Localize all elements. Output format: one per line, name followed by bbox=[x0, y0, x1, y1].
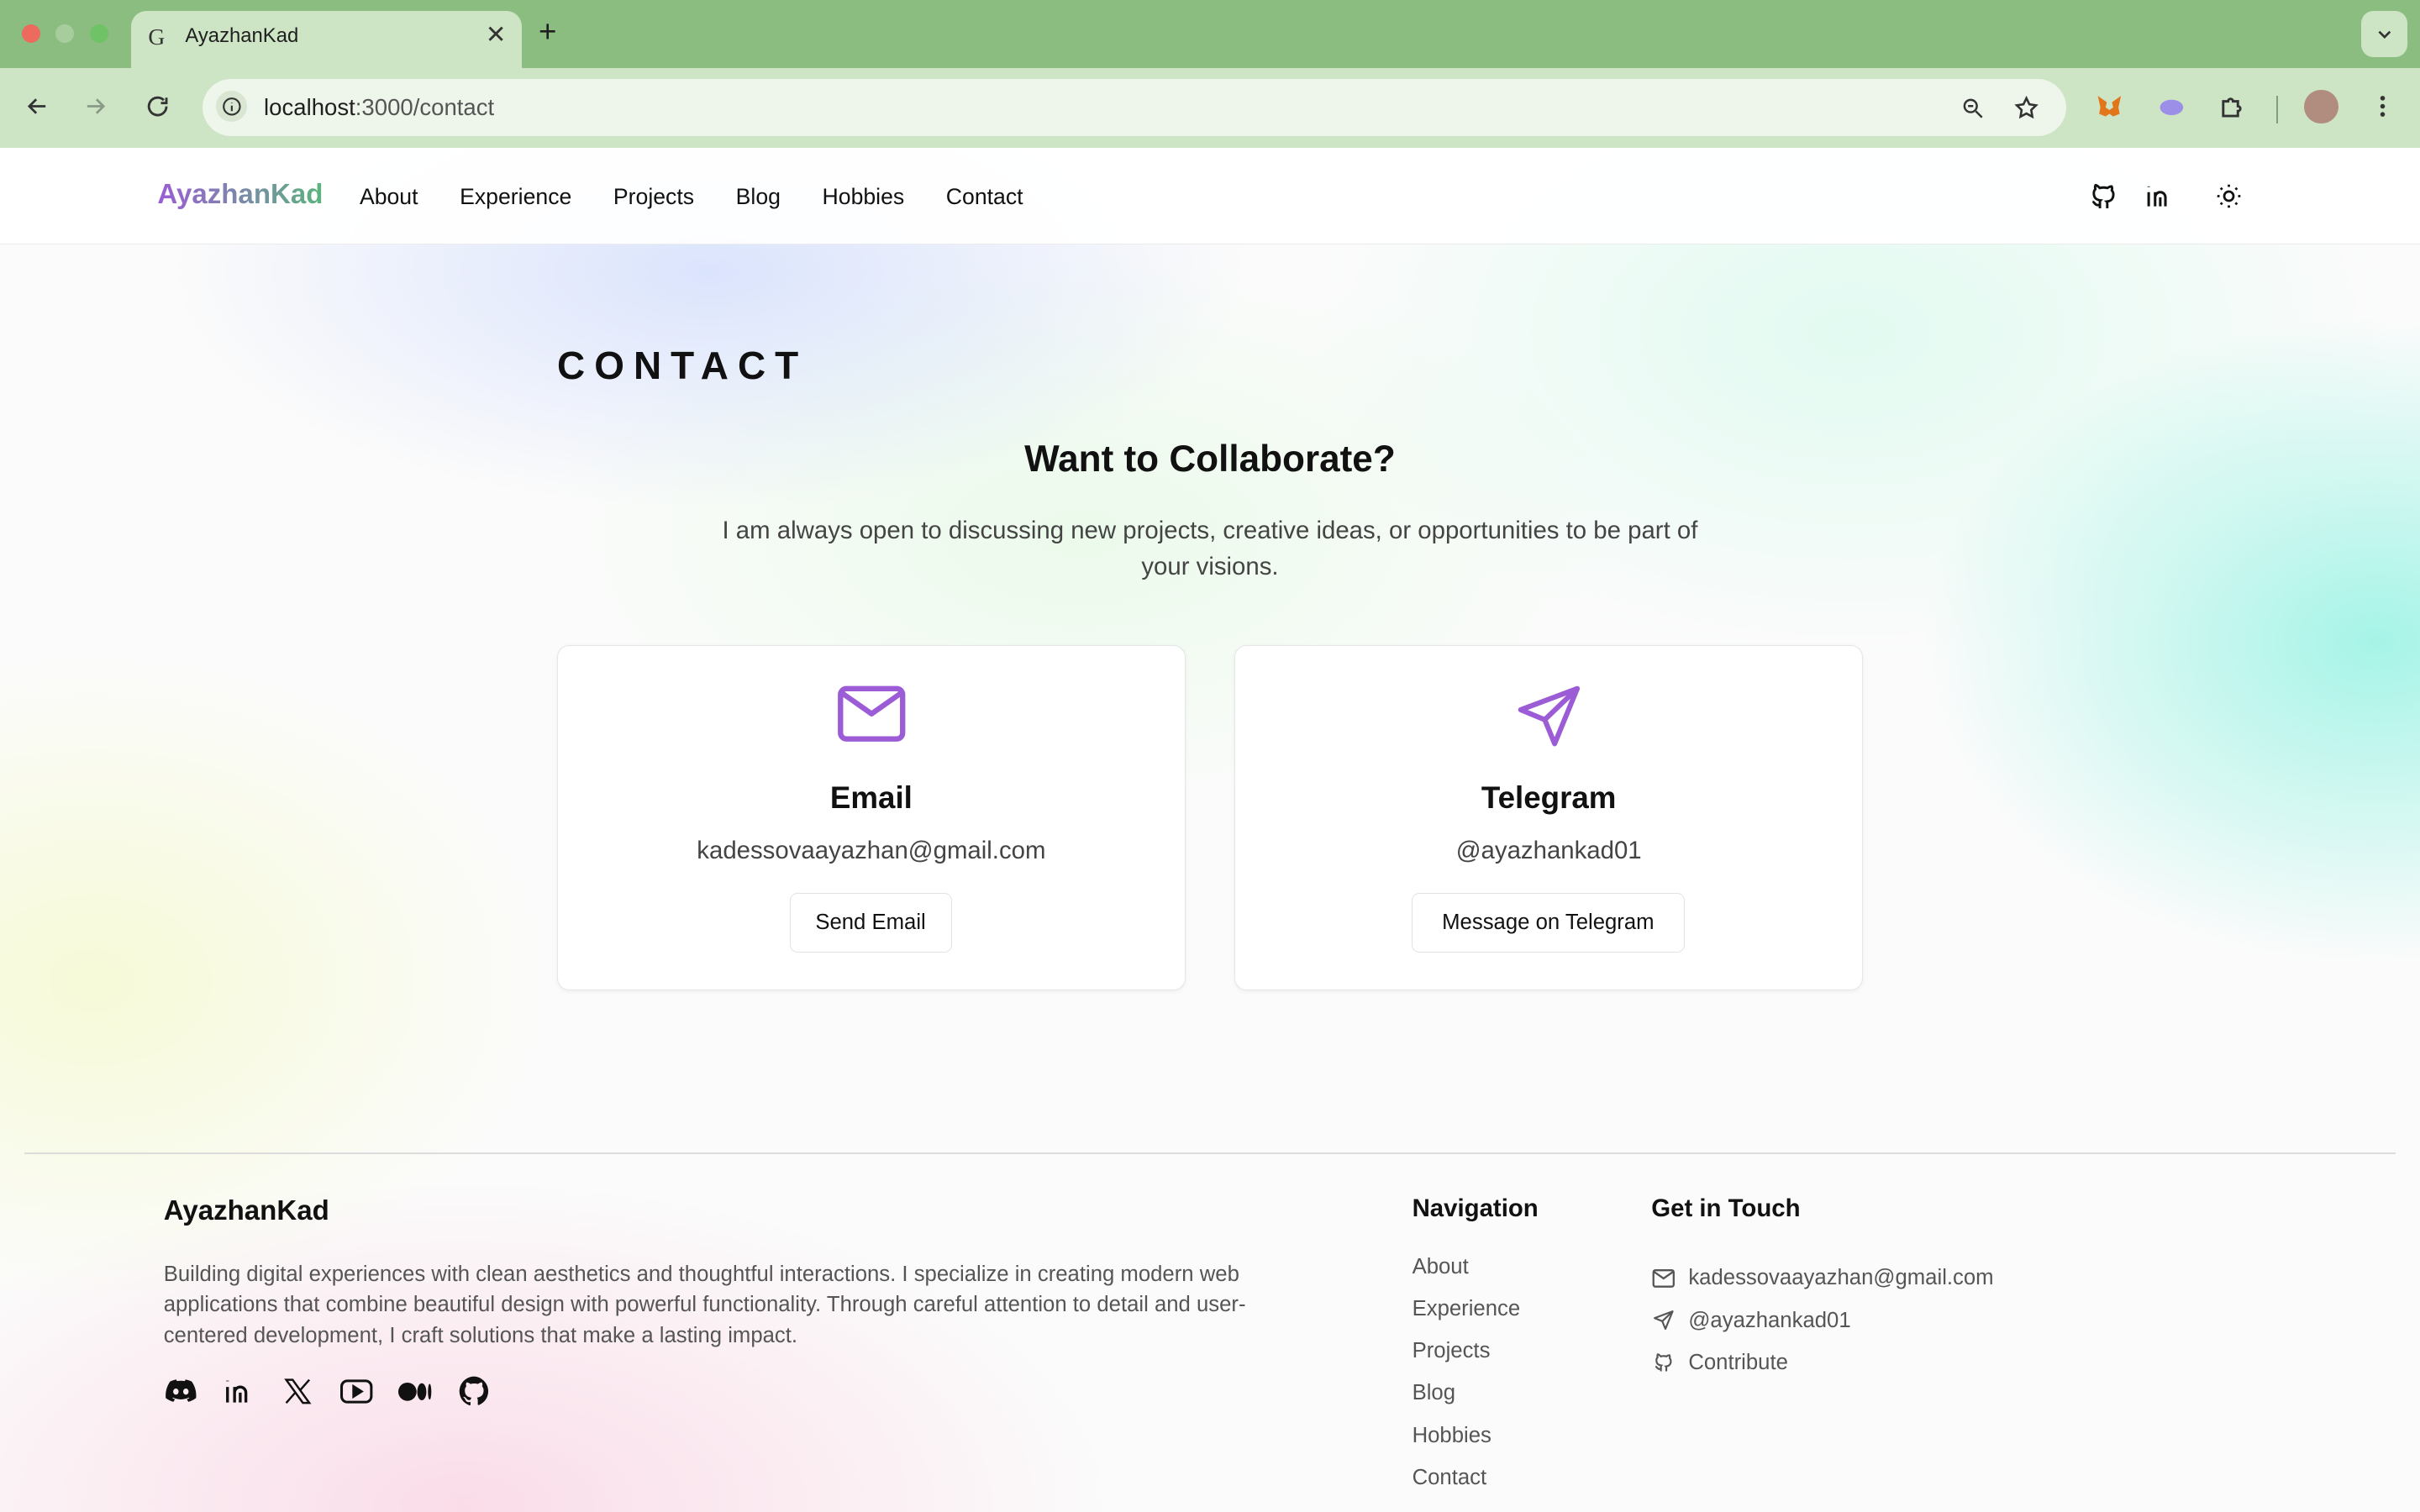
footer-description: Building digital experiences with clean … bbox=[163, 1262, 1246, 1348]
forward-arrow-icon[interactable] bbox=[79, 90, 113, 123]
footer-contact-list: kadessovaayazhan@gmail.com @ayazhankad01… bbox=[1651, 1257, 1994, 1383]
nav-about[interactable]: About bbox=[360, 184, 418, 210]
footer-contribute-text: Contribute bbox=[1688, 1350, 1788, 1374]
social-links bbox=[164, 1374, 491, 1408]
site-logo[interactable]: AyazhanKad bbox=[157, 179, 323, 211]
close-window-button[interactable] bbox=[21, 24, 40, 44]
url-text: localhost:3000/contact bbox=[264, 94, 495, 121]
toolbar-divider bbox=[2276, 95, 2278, 123]
sun-icon[interactable] bbox=[2212, 179, 2245, 213]
footer-link-contact[interactable]: Contact bbox=[1413, 1462, 1521, 1504]
mail-icon bbox=[558, 683, 1185, 744]
message-telegram-button[interactable]: Message on Telegram bbox=[1411, 892, 1685, 953]
browser-tabbar: G AyazhanKad ✕ + bbox=[0, 0, 2420, 68]
new-tab-button[interactable]: + bbox=[539, 14, 556, 50]
youtube-icon[interactable] bbox=[339, 1374, 373, 1408]
mail-icon bbox=[1651, 1266, 1676, 1290]
reload-icon[interactable] bbox=[140, 90, 174, 123]
nav-contact[interactable]: Contact bbox=[946, 184, 1023, 210]
footer-link-experience[interactable]: Experience bbox=[1413, 1294, 1521, 1336]
close-icon[interactable]: ✕ bbox=[486, 20, 507, 50]
footer-brand: AyazhanKad bbox=[163, 1195, 329, 1227]
page: AyazhanKad About Experience Projects Blo… bbox=[0, 148, 2420, 1512]
footer-link-projects[interactable]: Projects bbox=[1413, 1336, 1521, 1378]
medium-icon[interactable] bbox=[397, 1374, 432, 1408]
chevron-down-icon[interactable] bbox=[2361, 10, 2408, 57]
email-card: Email kadessovaayazhan@gmail.com Send Em… bbox=[557, 644, 1186, 991]
section-title: CONTACT bbox=[557, 343, 808, 387]
telegram-handle: @ayazhankad01 bbox=[1455, 837, 1642, 865]
maximize-window-button[interactable] bbox=[89, 24, 108, 44]
address-bar[interactable]: localhost:3000/contact bbox=[202, 78, 2067, 136]
tab-title: AyazhanKad bbox=[185, 24, 299, 48]
main-nav: About Experience Projects Blog Hobbies C… bbox=[360, 184, 1023, 210]
footer-link-hobbies[interactable]: Hobbies bbox=[1413, 1420, 1521, 1462]
footer-link-blog[interactable]: Blog bbox=[1413, 1378, 1521, 1420]
minimize-window-button[interactable] bbox=[55, 24, 75, 44]
page-headline: Want to Collaborate? bbox=[1024, 438, 1396, 480]
zoom-icon[interactable] bbox=[1957, 92, 1988, 123]
browser-tab[interactable]: G AyazhanKad ✕ bbox=[131, 10, 522, 68]
more-menu-icon[interactable] bbox=[2366, 90, 2400, 123]
nav-hobbies[interactable]: Hobbies bbox=[823, 184, 905, 210]
nav-projects[interactable]: Projects bbox=[613, 184, 694, 210]
intro-text: I am always open to discussing new proje… bbox=[722, 516, 1698, 580]
back-arrow-icon[interactable] bbox=[20, 90, 54, 123]
github-icon[interactable] bbox=[457, 1374, 491, 1408]
send-icon bbox=[1651, 1308, 1676, 1332]
nav-blog[interactable]: Blog bbox=[736, 184, 781, 210]
x-icon[interactable] bbox=[281, 1374, 314, 1408]
send-icon bbox=[1235, 683, 1862, 751]
bookmark-star-icon[interactable] bbox=[2011, 92, 2042, 123]
footer-divider bbox=[24, 1152, 2396, 1154]
footer-nav-heading: Navigation bbox=[1412, 1194, 1539, 1222]
site-header: AyazhanKad About Experience Projects Blo… bbox=[0, 148, 2420, 245]
favicon-icon: G bbox=[148, 23, 166, 50]
footer-telegram-text: @ayazhankad01 bbox=[1688, 1308, 1851, 1332]
extensions-puzzle-icon[interactable] bbox=[2217, 90, 2250, 123]
card-title: Email bbox=[829, 780, 913, 815]
linkedin-icon[interactable] bbox=[222, 1374, 255, 1408]
linkedin-icon[interactable] bbox=[2142, 179, 2175, 213]
send-email-button[interactable]: Send Email bbox=[789, 892, 952, 953]
site-info-icon[interactable] bbox=[216, 91, 247, 123]
footer-email-text: kadessovaayazhan@gmail.com bbox=[1688, 1266, 1994, 1290]
extension-cloud-icon[interactable] bbox=[2154, 90, 2188, 123]
discord-icon[interactable] bbox=[164, 1374, 197, 1408]
footer-contact-heading: Get in Touch bbox=[1651, 1194, 1801, 1222]
browser-toolbar: localhost:3000/contact bbox=[0, 67, 2420, 150]
telegram-card: Telegram @ayazhankad01 Message on Telegr… bbox=[1234, 644, 1864, 991]
footer-email-link[interactable]: kadessovaayazhan@gmail.com bbox=[1651, 1257, 1994, 1299]
footer-contribute-link[interactable]: Contribute bbox=[1651, 1341, 1993, 1383]
github-icon[interactable] bbox=[2086, 179, 2120, 213]
nav-experience[interactable]: Experience bbox=[460, 184, 571, 210]
github-icon bbox=[1651, 1351, 1676, 1375]
card-title: Telegram bbox=[1481, 780, 1617, 815]
metamask-icon[interactable] bbox=[2093, 90, 2127, 123]
footer-nav: About Experience Projects Blog Hobbies C… bbox=[1413, 1252, 1521, 1505]
avatar[interactable] bbox=[2304, 89, 2338, 123]
footer-telegram-link[interactable]: @ayazhankad01 bbox=[1651, 1299, 1993, 1341]
footer-link-about[interactable]: About bbox=[1413, 1252, 1521, 1294]
email-address: kadessovaayazhan@gmail.com bbox=[697, 837, 1046, 865]
